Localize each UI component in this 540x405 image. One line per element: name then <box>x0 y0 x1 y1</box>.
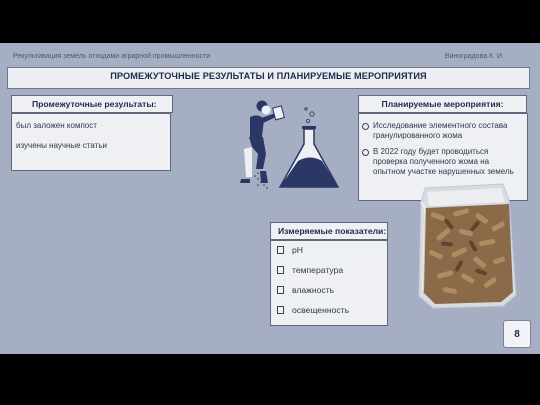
scientist-illustration <box>240 100 340 189</box>
checkbox-bullet-icon <box>277 306 284 314</box>
checkbox-bullet-icon <box>277 286 284 294</box>
header-topic: Рекультивация земель отходами аграрной п… <box>13 53 211 60</box>
title-box: ПРОМЕЖУТОЧНЫЕ РЕЗУЛЬТАТЫ И ПЛАНИРУЕМЫЕ М… <box>7 67 530 89</box>
list-item: изучены научные статьи <box>16 141 107 150</box>
planned-measures-label: Планируемые мероприятия: <box>358 95 527 113</box>
list-item: pH <box>271 245 387 265</box>
list-item: В 2022 году будет проводиться проверка п… <box>359 147 523 177</box>
intermediate-results-label: Промежуточные результаты: <box>11 95 173 113</box>
list-item: Исследование элементного состава гранули… <box>359 121 523 141</box>
granule-bag-photo <box>418 183 517 309</box>
intermediate-results-panel: был заложен компост изучены научные стат… <box>11 113 171 171</box>
measured-indicators-panel: pH температура влажность освещенность <box>270 240 388 326</box>
page-number: 8 <box>503 320 531 348</box>
circle-bullet-icon <box>362 149 369 156</box>
page-title: ПРОМЕЖУТОЧНЫЕ РЕЗУЛЬТАТЫ И ПЛАНИРУЕМЫЕ М… <box>110 71 427 81</box>
list-item: температура <box>271 265 387 285</box>
list-item: влажность <box>271 285 387 305</box>
checkbox-bullet-icon <box>277 266 284 274</box>
measured-indicators-label: Измеряемые показатели: <box>270 222 388 240</box>
checkbox-bullet-icon <box>277 246 284 254</box>
list-item: был заложен компост <box>16 121 97 130</box>
header-author: Виноградова К. И. <box>444 53 504 60</box>
circle-bullet-icon <box>362 123 369 130</box>
list-item: освещенность <box>271 305 387 325</box>
